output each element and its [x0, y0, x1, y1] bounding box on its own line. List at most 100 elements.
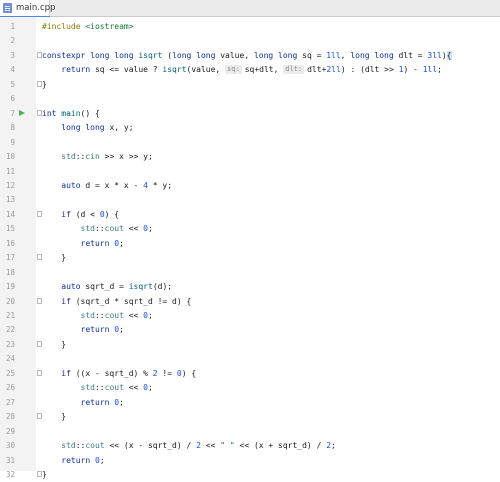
code-line[interactable]: 25 if ((x - sqrt_d) % 2 != 0) { — [0, 366, 500, 381]
line-number: 24 — [5, 354, 15, 364]
code-line[interactable]: 12 auto d = x * x - 4 * y; — [0, 178, 500, 193]
code-token: 3ll — [427, 50, 442, 60]
line-code: return 0; — [42, 395, 124, 410]
line-number: 25 — [5, 368, 15, 378]
code-line[interactable]: 19 auto sqrt_d = isqrt(d); — [0, 279, 500, 294]
code-line[interactable]: 4 return sq <= value ? isqrt(value, sq: s… — [0, 62, 500, 77]
line-code: } — [42, 77, 47, 92]
line-number: 6 — [10, 94, 15, 104]
code-token: dlt+ — [307, 65, 327, 75]
tab-main-cpp[interactable]: main.cpp — [0, 0, 55, 18]
code-token: ; — [119, 397, 124, 407]
code-line[interactable]: 17 } — [0, 250, 500, 265]
code-line[interactable]: 21 std::cout << 0; — [0, 308, 500, 323]
code-line[interactable]: 2 — [0, 33, 500, 48]
code-line[interactable]: 23 } — [0, 337, 500, 352]
code-token: (sqrt_d * sqrt_d != d) { — [75, 296, 192, 306]
code-line[interactable]: 13 — [0, 192, 500, 207]
code-token: value, — [220, 50, 254, 60]
code-token: sq = — [302, 50, 327, 60]
code-token: } — [42, 412, 67, 422]
code-line[interactable]: 10 std::cin >> x >> y; — [0, 149, 500, 164]
code-line[interactable]: 1 #include <iostream> — [0, 19, 500, 34]
code-token: long long — [172, 50, 221, 60]
code-token: ; — [147, 224, 153, 234]
code-token: cout — [104, 224, 124, 234]
line-number: 17 — [5, 253, 15, 263]
code-line[interactable]: 28 } — [0, 409, 500, 424]
code-token: } — [42, 79, 47, 89]
code-line[interactable]: 15 std::cout << 0; — [0, 221, 500, 236]
code-token: std — [80, 224, 95, 234]
code-token: <iostream> — [85, 22, 134, 31]
code-token: :: — [75, 152, 86, 162]
code-token: " " — [220, 441, 235, 451]
code-token: ; — [119, 325, 124, 335]
code-token: >> x >> y; — [99, 152, 153, 162]
code-line[interactable]: 7 int main() { — [0, 106, 500, 121]
line-number: 28 — [5, 412, 15, 422]
code-line[interactable]: 32} — [0, 467, 500, 482]
code-line[interactable]: 22 return 0; — [0, 322, 500, 337]
code-line[interactable]: 20 if (sqrt_d * sqrt_d != d) { — [0, 294, 500, 309]
code-line[interactable]: 8 long long x, y; — [0, 120, 500, 135]
code-line[interactable]: 3 constexpr long long isqrt (long long va… — [0, 48, 500, 63]
code-line[interactable]: 6 — [0, 91, 500, 106]
code-line[interactable]: 18 — [0, 265, 500, 280]
cpp-file-icon — [3, 3, 12, 13]
matched-brace: { — [446, 50, 452, 60]
code-token: ) : ( — [340, 65, 365, 75]
code-token: (d < — [75, 209, 100, 219]
line-number: 15 — [5, 224, 15, 234]
code-line[interactable]: 24 — [0, 351, 500, 366]
line-code: auto d = x * x - 4 * y; — [42, 178, 172, 193]
line-code: if (d < 0) { — [42, 207, 119, 222]
code-token: cin — [85, 152, 100, 162]
code-token: ; — [437, 65, 442, 75]
code-token: << (x + sqrt_d) / — [234, 441, 327, 451]
code-token: ) — [441, 50, 447, 60]
parameter-hint: sq: — [225, 65, 242, 75]
code-token: ) - — [403, 65, 423, 75]
code-token: ( — [162, 50, 173, 60]
line-code: std::cout << 0; — [42, 308, 153, 323]
line-code: std::cout << (x - sqrt_d) / 2 << " " << … — [42, 438, 336, 453]
line-code: if (sqrt_d * sqrt_d != d) { — [42, 294, 191, 309]
parameter-hint: dlt: — [283, 65, 305, 75]
code-token: << — [123, 383, 144, 393]
line-code: return 0; — [42, 322, 124, 337]
code-token: return — [80, 397, 115, 407]
line-number: 19 — [5, 282, 15, 292]
code-token: long long — [350, 50, 399, 60]
code-line[interactable]: 30 std::cout << (x - sqrt_d) / 2 << " " … — [0, 438, 500, 453]
line-code: int main() { — [42, 106, 100, 121]
line-number: 2 — [10, 36, 15, 46]
code-token: << — [200, 441, 221, 451]
code-line[interactable]: 31 return 0; — [0, 453, 500, 468]
code-line[interactable]: 26 std::cout << 0; — [0, 380, 500, 395]
code-token: dlt = — [398, 50, 428, 60]
code-token: 1ll — [422, 65, 438, 75]
line-number: 13 — [5, 195, 15, 205]
code-line[interactable]: 29 — [0, 424, 500, 439]
code-token: ; — [99, 455, 105, 465]
code-line[interactable]: 14 if (d < 0) { — [0, 207, 500, 222]
line-code: if ((x - sqrt_d) % 2 != 0) { — [42, 366, 196, 381]
code-token: ; — [147, 383, 153, 393]
code-line[interactable]: 9 — [0, 135, 500, 150]
code-token: } — [42, 339, 67, 349]
code-line[interactable]: 27 return 0; — [0, 395, 500, 410]
code-line[interactable]: 16 return 0; — [0, 236, 500, 251]
code-token: #include — [42, 22, 86, 31]
code-line[interactable]: 5} — [0, 77, 500, 92]
code-line[interactable]: 11 — [0, 164, 500, 179]
code-token: ) { — [181, 368, 197, 378]
code-token: auto — [61, 180, 86, 190]
run-gutter-icon[interactable] — [19, 109, 25, 116]
code-token: isqrt — [138, 50, 163, 60]
code-token: :: — [94, 311, 105, 320]
